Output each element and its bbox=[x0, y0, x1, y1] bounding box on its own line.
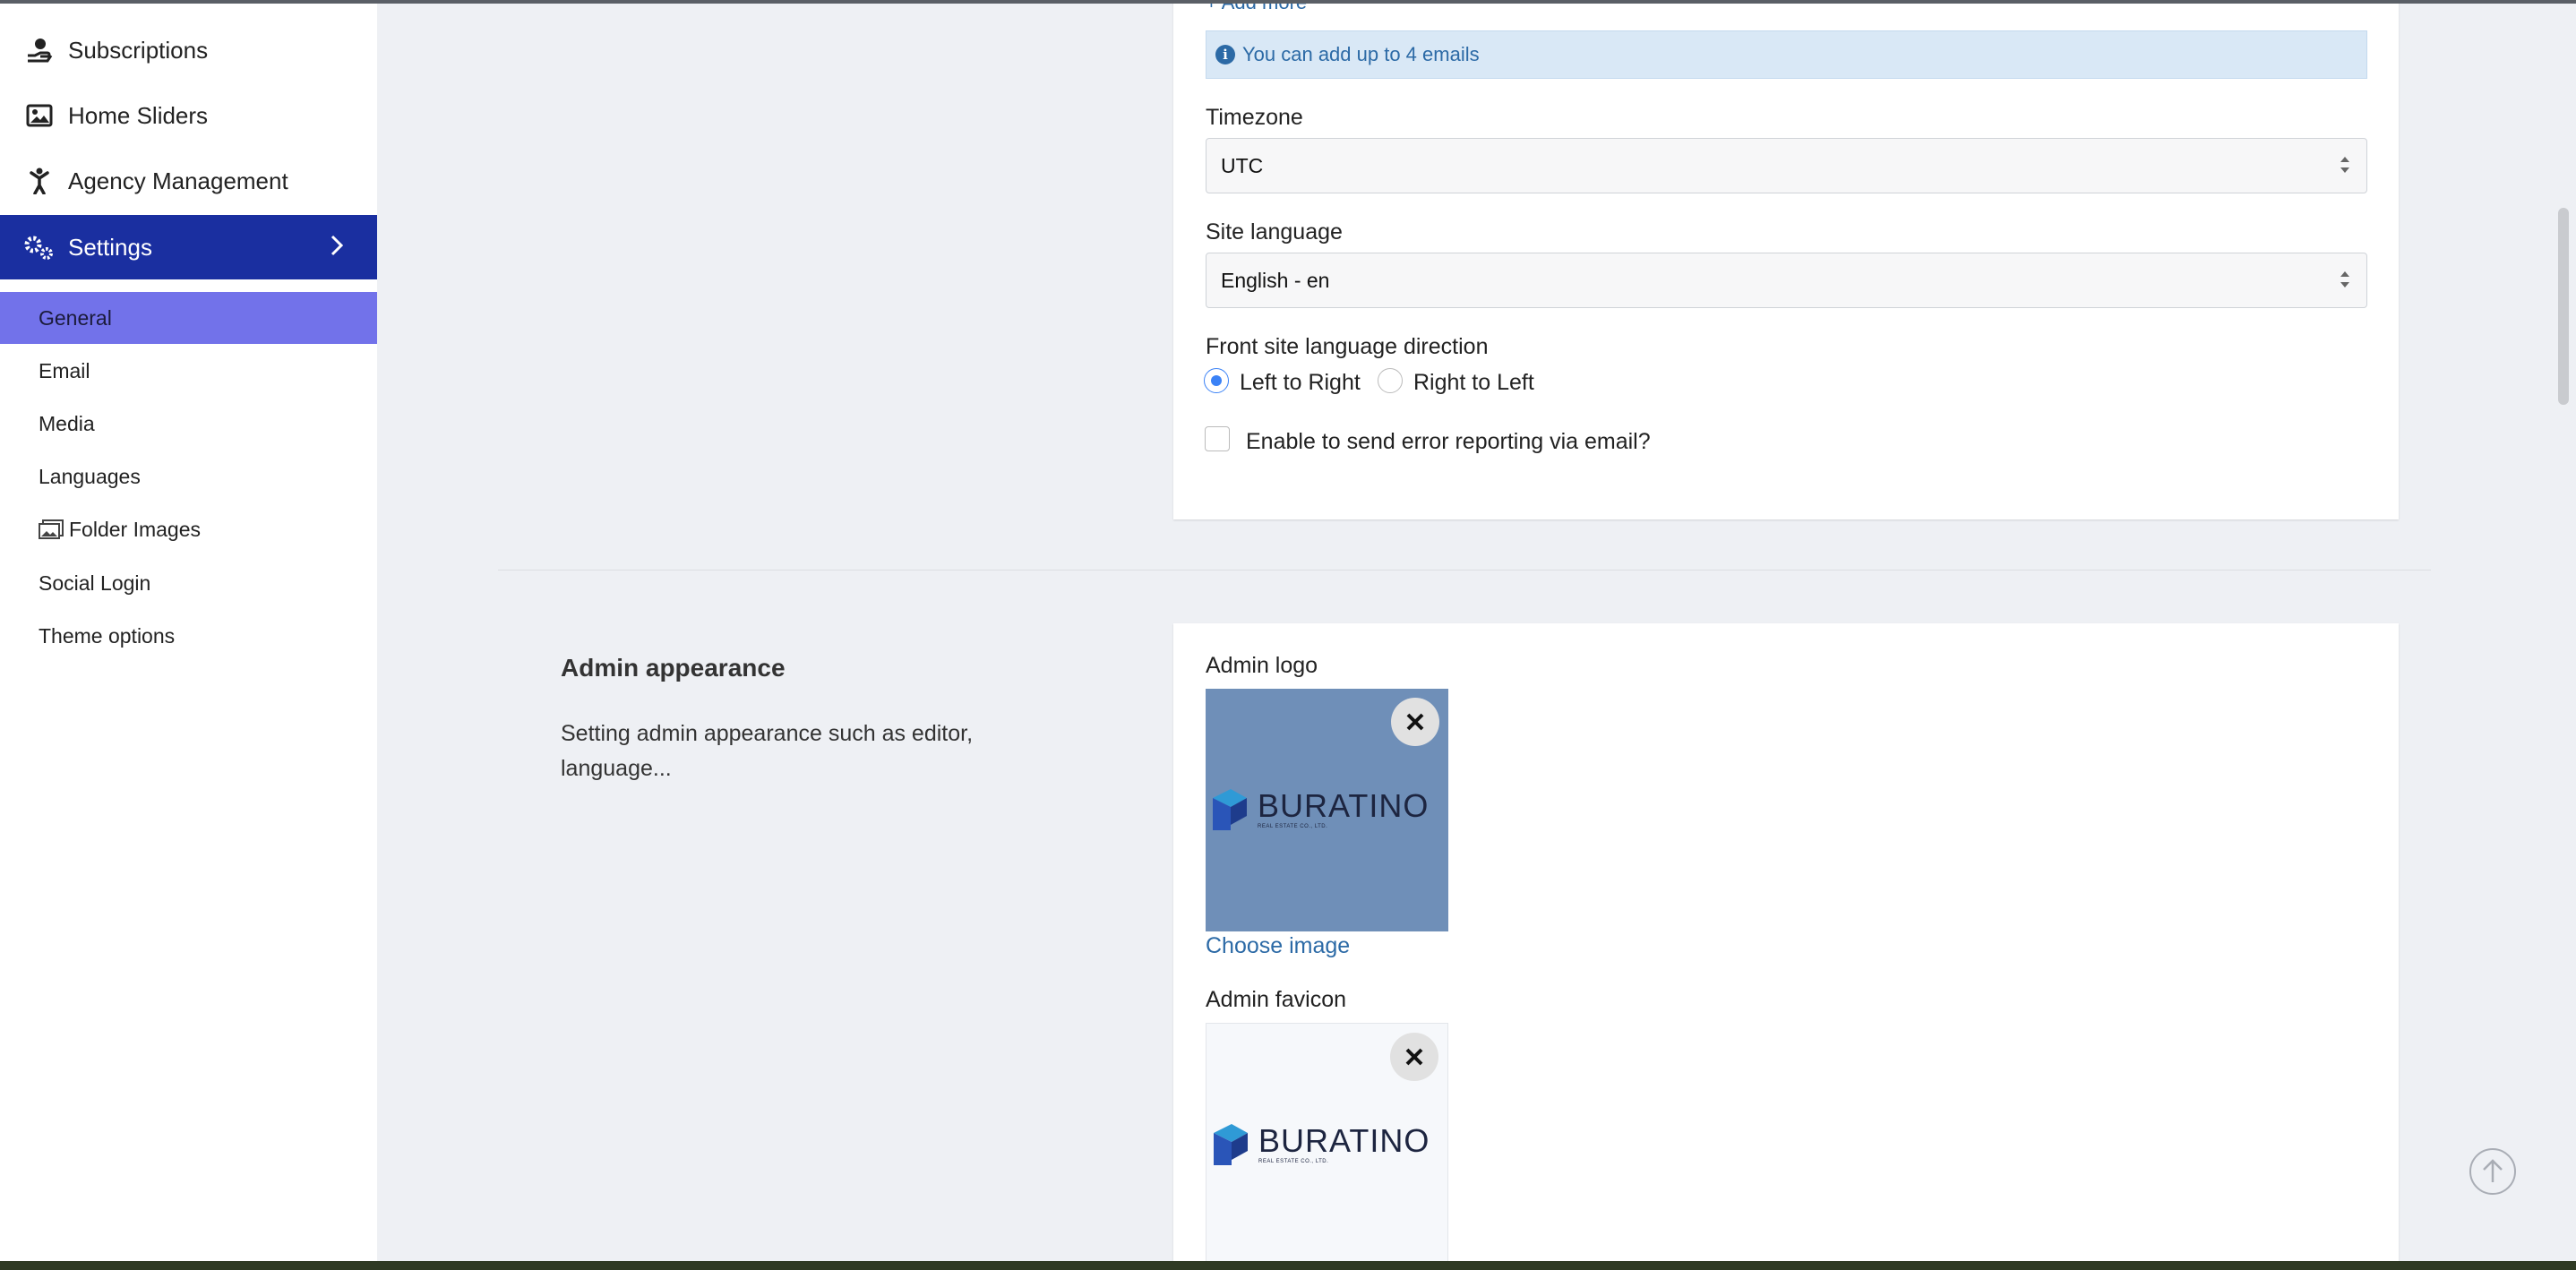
brand-word: BURATINO bbox=[1258, 1122, 1430, 1159]
sidebar-subitem-label: Languages bbox=[39, 464, 141, 488]
hand-dollar-icon bbox=[18, 38, 61, 63]
sidebar-subitem-media[interactable]: Media bbox=[0, 398, 377, 450]
sidebar-subitem-general[interactable]: General bbox=[0, 292, 377, 344]
section-title: Admin appearance bbox=[561, 654, 786, 682]
timezone-select[interactable]: UTC bbox=[1206, 138, 2367, 193]
brand-logo: BURATINO REAL ESTATE CO., LTD. bbox=[1212, 1120, 1430, 1169]
remove-logo-button[interactable] bbox=[1391, 698, 1439, 746]
select-arrows-icon bbox=[2340, 271, 2350, 289]
radio-left-to-right[interactable] bbox=[1204, 368, 1229, 393]
admin-logo-preview[interactable]: BURATINO REAL ESTATE CO., LTD. bbox=[1206, 689, 1448, 931]
error-reporting-checkbox[interactable] bbox=[1205, 426, 1230, 451]
app-frame: Subscriptions Home Sliders Agency Manage… bbox=[0, 0, 2576, 1261]
admin-favicon-preview[interactable]: BURATINO REAL ESTATE CO., LTD. bbox=[1206, 1023, 1448, 1261]
brand-logo: BURATINO REAL ESTATE CO., LTD. bbox=[1211, 785, 1429, 834]
sidebar: Subscriptions Home Sliders Agency Manage… bbox=[0, 4, 377, 1261]
close-icon bbox=[1405, 1048, 1423, 1066]
remove-favicon-button[interactable] bbox=[1390, 1033, 1438, 1081]
gears-icon bbox=[18, 234, 61, 261]
image-icon bbox=[18, 104, 61, 127]
sidebar-subitem-label: Theme options bbox=[39, 623, 176, 648]
select-arrows-icon bbox=[2340, 157, 2350, 175]
sidebar-item-label: Settings bbox=[68, 233, 152, 261]
brand-tagline: REAL ESTATE CO., LTD. bbox=[1258, 824, 1328, 829]
choose-image-link[interactable]: Choose image bbox=[1206, 933, 1350, 959]
sidebar-item-home-sliders[interactable]: Home Sliders bbox=[0, 83, 377, 148]
arrow-up-icon bbox=[2483, 1159, 2503, 1182]
sidebar-item-agency-management[interactable]: Agency Management bbox=[0, 149, 377, 213]
sidebar-item-label: Agency Management bbox=[68, 167, 288, 194]
site-language-select[interactable]: English - en bbox=[1206, 253, 2367, 308]
sidebar-item-label: Subscriptions bbox=[68, 36, 209, 64]
error-reporting-label: Enable to send error reporting via email… bbox=[1246, 429, 1651, 454]
radio-right-to-left-label: Right to Left bbox=[1413, 370, 1534, 395]
admin-logo-label: Admin logo bbox=[1206, 653, 1318, 678]
site-language-label: Site language bbox=[1206, 219, 1343, 245]
sidebar-subitem-social-login[interactable]: Social Login bbox=[0, 557, 377, 609]
sidebar-subitem-label: Email bbox=[39, 358, 90, 382]
sidebar-subitem-label: Folder Images bbox=[69, 517, 202, 541]
section-description: Setting admin appearance such as editor,… bbox=[561, 721, 974, 781]
close-icon bbox=[1406, 713, 1424, 731]
admin-favicon-label: Admin favicon bbox=[1206, 987, 1347, 1012]
brand-word: BURATINO bbox=[1258, 787, 1430, 824]
chevron-right-icon bbox=[329, 233, 345, 264]
sidebar-subitem-languages[interactable]: Languages bbox=[0, 451, 377, 502]
timezone-value: UTC bbox=[1221, 153, 1264, 177]
sidebar-subitem-label: Media bbox=[39, 411, 95, 435]
site-language-value: English - en bbox=[1221, 268, 1330, 292]
add-more-link[interactable]: + Add more bbox=[1206, 4, 1307, 14]
sidebar-subitem-folder-images[interactable]: Folder Images bbox=[0, 503, 377, 555]
sidebar-item-label: Home Sliders bbox=[68, 101, 209, 129]
sidebar-subitem-label: General bbox=[39, 305, 112, 330]
person-arms-up-icon bbox=[18, 167, 61, 194]
info-icon: i bbox=[1215, 45, 1235, 64]
images-icon bbox=[39, 519, 64, 539]
section-divider bbox=[498, 570, 2431, 571]
direction-label: Front site language direction bbox=[1206, 334, 1489, 359]
sidebar-subitem-label: Social Login bbox=[39, 571, 151, 595]
email-info-text: You can add up to 4 emails bbox=[1242, 43, 1480, 65]
radio-right-to-left[interactable] bbox=[1378, 368, 1403, 393]
timezone-label: Timezone bbox=[1206, 105, 1303, 130]
sidebar-subitem-email[interactable]: Email bbox=[0, 345, 377, 397]
scroll-to-top-button[interactable] bbox=[2469, 1148, 2516, 1195]
sidebar-subitem-theme-options[interactable]: Theme options bbox=[0, 610, 377, 662]
sidebar-item-subscriptions[interactable]: Subscriptions bbox=[0, 18, 377, 82]
sidebar-item-settings[interactable]: Settings bbox=[0, 215, 377, 279]
scrollbar-thumb[interactable] bbox=[2558, 208, 2569, 405]
radio-left-to-right-label: Left to Right bbox=[1240, 370, 1361, 395]
email-info-alert: i You can add up to 4 emails bbox=[1206, 30, 2367, 79]
brand-tagline: REAL ESTATE CO., LTD. bbox=[1258, 1159, 1329, 1164]
